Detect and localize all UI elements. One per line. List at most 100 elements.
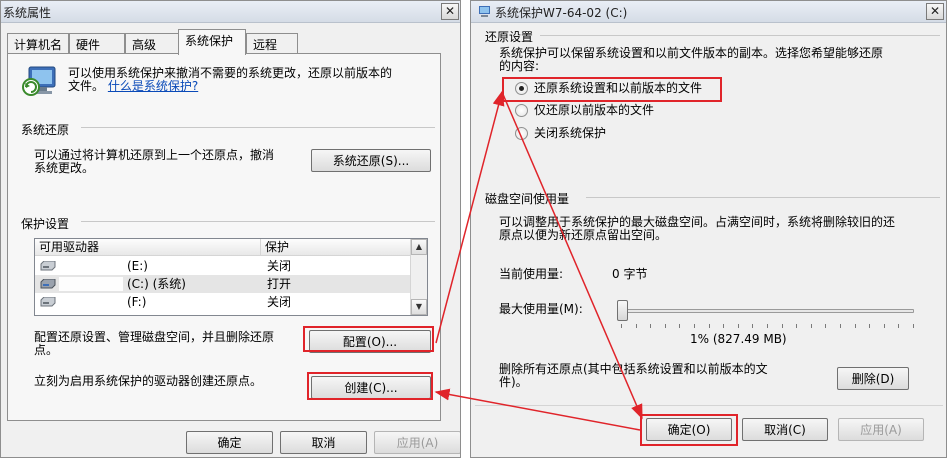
hard-drive-icon — [40, 261, 56, 271]
restore-desc-line2: 的内容: — [499, 59, 540, 73]
radio-restore-files-only[interactable] — [515, 104, 528, 117]
radio-turn-off-protection[interactable] — [515, 127, 528, 140]
disk-usage-group-label: 磁盘空间使用量 — [485, 190, 576, 207]
restore-desc-line2: 系统更改。 — [34, 161, 95, 175]
drive-name: (F:) — [127, 295, 147, 309]
option-restore-files-only[interactable]: 仅还原以前版本的文件 — [534, 104, 654, 117]
create-desc: 立刻为启用系统保护的驱动器创建还原点。 — [34, 374, 263, 388]
divider — [475, 405, 943, 406]
divider — [540, 35, 940, 36]
close-icon[interactable]: ✕ — [441, 3, 459, 20]
slider-tick — [840, 324, 841, 328]
close-icon[interactable]: ✕ — [926, 3, 944, 20]
slider-tick — [635, 324, 637, 328]
slider-tick — [898, 324, 900, 328]
current-usage-label: 当前使用量: — [499, 267, 564, 281]
drives-list[interactable]: 可用驱动器 保护 (E:) 关闭 (C:) (系统) 打开 (F:) 关闭 ▲ … — [34, 238, 428, 316]
system-properties-window: 系统属性 ✕ 计算机名 硬件 高级 系统保护 远程 可以使用系统保护来撤消不需要… — [0, 0, 461, 458]
slider-tick — [883, 324, 885, 328]
slider-tick — [913, 324, 914, 328]
system-restore-group-label: 系统还原 — [21, 121, 76, 138]
delete-button[interactable]: 删除(D) — [837, 367, 909, 390]
system-drive-icon — [40, 279, 56, 289]
divider — [81, 127, 435, 128]
system-restore-button[interactable]: 系统还原(S)... — [311, 149, 431, 172]
delete-desc-line1: 删除所有还原点(其中包括系统设置和以前版本的文 — [499, 362, 768, 376]
slider-tick — [752, 324, 754, 328]
title-bar[interactable]: 系统属性 ✕ — [1, 1, 460, 23]
intro-text-suffix: 文件。 — [68, 79, 105, 93]
redacted-drive-label — [59, 296, 123, 308]
cancel-button[interactable]: 取消 — [280, 431, 367, 454]
max-usage-label: 最大使用量(M): — [499, 302, 583, 316]
window-title: 系统属性 — [3, 6, 52, 20]
slider-readout: 1% (827.49 MB) — [690, 332, 787, 346]
drive-name: (E:) — [127, 259, 148, 273]
hard-drive-icon — [40, 297, 56, 307]
ok-button[interactable]: 确定 — [186, 431, 273, 454]
slider-tick — [708, 324, 710, 328]
window-title: 系统保护W7-64-02 (C:) — [495, 6, 628, 20]
configure-button[interactable]: 配置(O)... — [309, 330, 431, 353]
slider-tick — [854, 324, 856, 328]
tab-computer-name[interactable]: 计算机名 — [7, 33, 69, 53]
ok-button[interactable]: 确定(O) — [646, 418, 732, 441]
slider-tick — [737, 324, 739, 328]
table-row[interactable]: (E:) 关闭 — [35, 257, 411, 275]
delete-desc-line2: 件)。 — [499, 375, 528, 389]
max-usage-slider-track[interactable] — [620, 309, 914, 313]
system-protection-icon — [479, 6, 490, 17]
column-header-drives[interactable]: 可用驱动器 — [35, 239, 261, 256]
slider-tick — [825, 324, 827, 328]
current-usage-value: 0 字节 — [612, 267, 648, 281]
slider-tick — [767, 324, 768, 328]
config-desc-line2: 点。 — [34, 343, 59, 357]
table-row[interactable]: (C:) (系统) 打开 — [35, 275, 411, 293]
slider-tick — [723, 324, 725, 328]
restore-desc-line1: 系统保护可以保留系统设置和以前文件版本的副本。选择您希望能够还原 — [499, 46, 884, 60]
drive-status: 关闭 — [267, 259, 292, 273]
disk-desc-line2: 原点以便为新还原点留出空间。 — [499, 228, 668, 242]
tab-hardware[interactable]: 硬件 — [69, 33, 125, 53]
scroll-up-icon[interactable]: ▲ — [411, 239, 427, 255]
slider-tick — [650, 324, 652, 328]
intro-text-line2: 文件。 什么是系统保护? — [68, 80, 198, 93]
cancel-button[interactable]: 取消(C) — [742, 418, 828, 441]
drive-name: (C:) (系统) — [127, 277, 186, 291]
tab-remote[interactable]: 远程 — [246, 33, 298, 53]
slider-tick — [621, 324, 622, 328]
what-is-system-protection-link[interactable]: 什么是系统保护? — [108, 79, 198, 93]
tab-system-protection[interactable]: 系统保护 — [178, 29, 246, 55]
restore-settings-group-label: 还原设置 — [485, 28, 540, 45]
tab-advanced[interactable]: 高级 — [125, 33, 179, 53]
drive-status: 打开 — [267, 277, 292, 291]
apply-button[interactable]: 应用(A) — [374, 431, 460, 454]
config-desc-line1: 配置还原设置、管理磁盘空间，并且删除还原 — [34, 330, 275, 344]
divider — [586, 197, 940, 198]
protection-settings-group-label: 保护设置 — [21, 215, 76, 232]
option-turn-off-protection[interactable]: 关闭系统保护 — [534, 127, 606, 140]
apply-button[interactable]: 应用(A) — [838, 418, 924, 441]
slider-tick — [810, 324, 812, 328]
tab-panel — [7, 53, 441, 421]
slider-tick — [664, 324, 666, 328]
slider-tick — [796, 324, 798, 328]
scroll-down-icon[interactable]: ▼ — [411, 299, 427, 315]
drive-status: 关闭 — [267, 295, 292, 309]
system-protection-icon — [22, 66, 56, 96]
title-bar[interactable]: 系统保护W7-64-02 (C:) ✕ — [471, 1, 946, 23]
column-header-protection[interactable]: 保护 — [261, 239, 411, 256]
divider — [81, 221, 435, 222]
slider-tick — [869, 324, 871, 328]
radio-restore-settings-and-files[interactable] — [515, 82, 528, 95]
option-restore-settings-and-files[interactable]: 还原系统设置和以前版本的文件 — [534, 82, 702, 95]
slider-tick — [694, 324, 695, 328]
slider-tick — [679, 324, 681, 328]
table-row[interactable]: (F:) 关闭 — [35, 293, 411, 311]
slider-tick — [781, 324, 783, 328]
list-scrollbar[interactable]: ▲ ▼ — [410, 239, 427, 315]
max-usage-slider-thumb[interactable] — [616, 300, 628, 321]
redacted-drive-label — [59, 260, 123, 272]
redacted-drive-label — [59, 277, 123, 291]
create-button[interactable]: 创建(C)... — [311, 376, 431, 399]
